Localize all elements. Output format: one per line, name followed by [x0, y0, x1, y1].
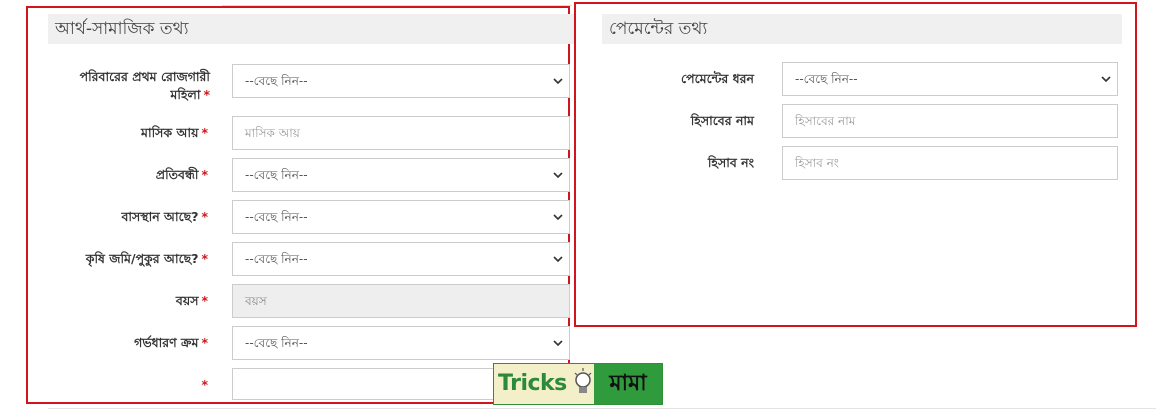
tricksmama-logo: Tricks মামা: [493, 363, 663, 405]
form-row-payment-type: পেমেন্টের ধরন --বেছে নিন--: [576, 62, 1136, 96]
account-name-label: হিসাবের নাম: [690, 113, 754, 128]
disability-label-text: প্রতিবন্ধী: [155, 167, 199, 182]
extra-label: *: [28, 376, 208, 394]
first-earner-label-line2: মহিলা: [170, 87, 201, 102]
socio-economic-panel: আর্থ-সামাজিক তথ্য পরিবারের প্রথম রোজগারী…: [26, 6, 576, 404]
form-row-monthly-income: মাসিক আয় * মাসিক আয়: [28, 116, 570, 150]
payment-type-select-value: --বেছে নিন--: [795, 72, 858, 86]
form-row-pregnancy-order: গর্ভধারণ ক্রম * --বেছে নিন--: [28, 326, 570, 360]
disability-select-value: --বেছে নিন--: [245, 168, 308, 182]
required-marker: *: [201, 335, 208, 350]
account-number-label: হিসাব নং: [707, 155, 754, 170]
socio-economic-title: আর্থ-সামাজিক তথ্য: [48, 14, 576, 44]
form-row-first-earner: পরিবারের প্রথম রোজগারী মহিলা * --বেছে নিন…: [28, 64, 570, 102]
disability-select[interactable]: --বেছে নিন--: [232, 158, 570, 192]
form-row-disability: প্রতিবন্ধী * --বেছে নিন--: [28, 158, 570, 192]
chevron-down-icon: [553, 256, 563, 263]
form-row-housing: বাসস্থান আছে? * --বেছে নিন--: [28, 200, 570, 234]
farmland-select[interactable]: --বেছে নিন--: [232, 242, 570, 276]
form-row-farmland: কৃষি জমি/পুকুর আছে? * --বেছে নিন--: [28, 242, 570, 276]
housing-select[interactable]: --বেছে নিন--: [232, 200, 570, 234]
first-earner-label: পরিবারের প্রথম রোজগারী মহিলা *: [28, 68, 210, 104]
form-row-account-number: হিসাব নং হিসাব নং: [576, 146, 1136, 180]
required-marker: *: [201, 293, 208, 308]
housing-select-value: --বেছে নিন--: [245, 210, 308, 224]
first-earner-label-line1: পরিবারের প্রথম রোজগারী: [79, 69, 210, 84]
required-marker: *: [201, 125, 208, 140]
lightbulb-icon: [572, 364, 594, 404]
chevron-down-icon: [553, 214, 563, 221]
logo-text-mama: মামা: [594, 364, 662, 404]
farmland-label: কৃষি জমি/পুকুর আছে? *: [28, 250, 208, 268]
pregnancy-order-label-text: গর্ভধারণ ক্রম: [134, 335, 199, 350]
required-marker: *: [203, 87, 210, 102]
age-input: বয়স: [232, 284, 570, 318]
form-row-age: বয়স * বয়স: [28, 284, 570, 318]
payment-panel: পেমেন্টের তথ্য পেমেন্টের ধরন --বেছে নিন-…: [574, 2, 1137, 327]
form-row-account-name: হিসাবের নাম হিসাবের নাম: [576, 104, 1136, 138]
age-label-text: বয়স: [175, 293, 199, 308]
first-earner-select-value: --বেছে নিন--: [245, 74, 308, 88]
monthly-income-label-text: মাসিক আয়: [141, 125, 199, 140]
pregnancy-order-label: গর্ভধারণ ক্রম *: [28, 334, 208, 352]
pregnancy-order-select[interactable]: --বেছে নিন--: [232, 326, 570, 360]
monthly-income-input[interactable]: মাসিক আয়: [232, 116, 570, 150]
chevron-down-icon: [1101, 76, 1111, 83]
payment-type-label: পেমেন্টের ধরন: [681, 71, 754, 86]
account-name-input[interactable]: হিসাবের নাম: [782, 104, 1118, 138]
required-marker: *: [201, 377, 208, 392]
farmland-label-text: কৃষি জমি/পুকুর আছে?: [85, 251, 199, 266]
bottom-divider: [48, 408, 1156, 409]
logo-text-tricks: Tricks: [494, 364, 572, 404]
housing-label-text: বাসস্থান আছে?: [121, 209, 199, 224]
chevron-down-icon: [553, 340, 563, 347]
required-marker: *: [201, 251, 208, 266]
payment-title: পেমেন্টের তথ্য: [602, 14, 1122, 44]
age-label: বয়স *: [28, 292, 208, 310]
form-row-extra: *: [28, 368, 570, 402]
required-marker: *: [201, 167, 208, 182]
first-earner-select[interactable]: --বেছে নিন--: [232, 64, 570, 98]
disability-label: প্রতিবন্ধী *: [28, 166, 208, 184]
monthly-income-label: মাসিক আয় *: [28, 124, 208, 142]
chevron-down-icon: [553, 172, 563, 179]
account-number-input[interactable]: হিসাব নং: [782, 146, 1118, 180]
housing-label: বাসস্থান আছে? *: [28, 208, 208, 226]
chevron-down-icon: [553, 78, 563, 85]
pregnancy-order-select-value: --বেছে নিন--: [245, 336, 308, 350]
farmland-select-value: --বেছে নিন--: [245, 252, 308, 266]
payment-type-select[interactable]: --বেছে নিন--: [782, 62, 1118, 96]
required-marker: *: [201, 209, 208, 224]
